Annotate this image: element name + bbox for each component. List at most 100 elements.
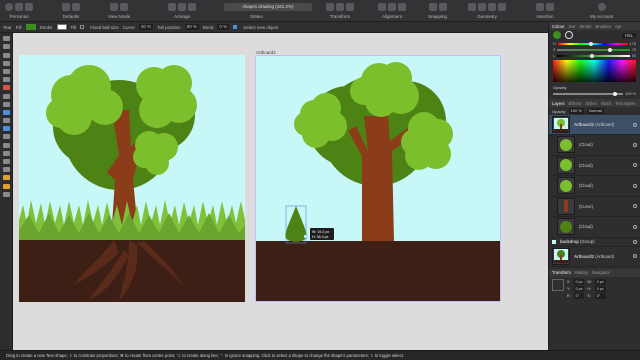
insert-inside-icon[interactable]: [536, 3, 544, 11]
layer-row-cloud-1[interactable]: (Cloud): [549, 135, 640, 156]
node-tool-icon[interactable]: [2, 44, 10, 50]
layer-row-backdrop[interactable]: backdrop (Group): [549, 238, 640, 247]
insertion-group[interactable]: Insertion: [536, 2, 554, 19]
visibility-icon[interactable]: [633, 239, 637, 244]
revert-defaults-icon[interactable]: [72, 3, 80, 11]
insert-behind-icon[interactable]: [546, 3, 554, 11]
colour-spectrum[interactable]: [553, 60, 636, 82]
visibility-icon[interactable]: [633, 254, 637, 258]
pencil-tool-icon[interactable]: [2, 77, 10, 83]
designer-persona-icon[interactable]: [5, 3, 13, 11]
contour-tool-icon[interactable]: [2, 52, 10, 58]
intersect-geometry-icon[interactable]: [488, 3, 496, 11]
lightness-value[interactable]: 50: [632, 54, 636, 58]
transparency-tool-icon[interactable]: [2, 101, 10, 107]
align-right-icon[interactable]: [398, 3, 406, 11]
visibility-icon[interactable]: [633, 142, 637, 147]
saturation-value[interactable]: 75: [632, 48, 636, 52]
layer-row-cloud-3[interactable]: (Cloud): [549, 176, 640, 197]
pixel-persona-icon[interactable]: [15, 3, 23, 11]
fill-swatch[interactable]: [25, 24, 36, 30]
visibility-icon[interactable]: [633, 204, 637, 209]
view-tool-icon[interactable]: [2, 167, 10, 173]
text-tool-icon[interactable]: [2, 134, 10, 140]
subtract-geometry-icon[interactable]: [478, 3, 486, 11]
hue-value[interactable]: 176: [630, 42, 636, 46]
divide-geometry-icon[interactable]: [498, 3, 506, 11]
ellipse-tool-icon[interactable]: [2, 118, 10, 124]
sync-defaults-icon[interactable]: [62, 3, 70, 11]
add-geometry-icon[interactable]: [468, 3, 476, 11]
tab-brushes[interactable]: Brushes: [595, 24, 610, 29]
drag-handle[interactable]: [303, 234, 308, 239]
pen-tool-icon[interactable]: [2, 68, 10, 74]
visibility-icon[interactable]: [633, 122, 637, 127]
tab-appearance[interactable]: Apr: [615, 24, 622, 29]
blend-mode-select[interactable]: Normal: [586, 108, 604, 114]
document-title-tab[interactable]: shapes drawing (161.2%): [224, 3, 312, 11]
tear-tool-icon[interactable]: [2, 126, 10, 132]
artboard1[interactable]: [19, 55, 245, 302]
layer-row-curve[interactable]: (Curve): [549, 197, 640, 217]
tab-layers[interactable]: Layers: [552, 101, 565, 106]
opacity-value[interactable]: 100 %: [625, 92, 636, 96]
move-tool-icon[interactable]: [2, 36, 10, 42]
rectangle-tool-icon[interactable]: [2, 109, 10, 115]
snapping-options-icon[interactable]: [438, 3, 447, 11]
h-field[interactable]: 0 px: [594, 285, 606, 292]
stroke-swatch-icon[interactable]: [2, 191, 10, 197]
move-forward-icon[interactable]: [178, 3, 186, 11]
snapping-group[interactable]: Snapping: [428, 2, 447, 19]
defaults-group[interactable]: Defaults: [62, 2, 80, 19]
crop-tool-icon[interactable]: [2, 142, 10, 148]
canvas-area[interactable]: Artboard2 W: 19.2 px H: 36.3 px: [13, 33, 548, 350]
align-center-icon[interactable]: [388, 3, 396, 11]
alignment-group[interactable]: Alignment: [378, 2, 406, 19]
layer-row-cloud-2[interactable]: (Cloud): [549, 156, 640, 176]
tab-text-styles[interactable]: Text Styles: [615, 101, 635, 106]
opacity-slider[interactable]: 100 %: [553, 91, 636, 96]
visibility-icon[interactable]: [633, 163, 637, 168]
move-front-icon[interactable]: [188, 3, 196, 11]
w-field[interactable]: 0 px: [594, 278, 606, 285]
place-tool-icon[interactable]: [2, 150, 10, 156]
arrange-group[interactable]: Arrange: [168, 2, 196, 19]
colour-mode-select[interactable]: HSL: [621, 32, 636, 38]
align-left-icon[interactable]: [378, 3, 386, 11]
saturation-slider[interactable]: S 75: [553, 47, 636, 52]
layer-opacity-field[interactable]: 100 %: [568, 108, 584, 114]
stateo-group[interactable]: Stateo: [250, 12, 263, 19]
hue-slider[interactable]: H 176: [553, 41, 636, 46]
colour-picker-tool-icon[interactable]: [2, 175, 10, 181]
curve-field[interactable]: 30 %: [138, 24, 154, 30]
transform-group[interactable]: Transform: [326, 2, 354, 19]
account-avatar-icon[interactable]: [597, 3, 606, 11]
fill-colour-circle[interactable]: [553, 31, 561, 39]
zoom-tool-icon[interactable]: [2, 159, 10, 164]
tab-navigator[interactable]: Navigator: [592, 270, 610, 275]
tab-history[interactable]: History: [575, 270, 588, 275]
snapping-magnet-icon[interactable]: [428, 3, 437, 11]
tab-colour[interactable]: Colour: [552, 24, 564, 29]
layer-row-artboard1[interactable]: Artboard1 (Artboard): [549, 115, 640, 135]
account-group[interactable]: My Account: [590, 2, 613, 19]
preview-view-icon[interactable]: [120, 3, 129, 11]
x-field[interactable]: 0 px: [573, 278, 585, 285]
anchor-selector[interactable]: [552, 278, 564, 291]
corner-tool-icon[interactable]: [2, 60, 10, 66]
stroke-swatch[interactable]: [56, 24, 67, 30]
tab-effects[interactable]: Effects: [569, 101, 582, 106]
tab-swatches[interactable]: Swt: [568, 24, 575, 29]
personas-group[interactable]: Personas: [5, 2, 33, 19]
visibility-icon[interactable]: [633, 183, 637, 188]
y-field[interactable]: 0 px: [573, 285, 585, 292]
tab-stock[interactable]: Stock: [601, 101, 611, 106]
tab-transform[interactable]: Transform: [552, 270, 571, 275]
tab-styles[interactable]: Styles: [585, 101, 596, 106]
artboard2[interactable]: W: 19.2 px H: 36.3 px: [255, 55, 501, 302]
view-mode-group[interactable]: View Mode: [108, 2, 130, 19]
tail-field[interactable]: 50 %: [184, 24, 199, 30]
layer-row-artboard2[interactable]: Artboard2 (Artboard): [549, 247, 640, 267]
geometry-group[interactable]: Geometry: [468, 2, 506, 19]
tab-stroke[interactable]: Stroke: [579, 24, 591, 29]
